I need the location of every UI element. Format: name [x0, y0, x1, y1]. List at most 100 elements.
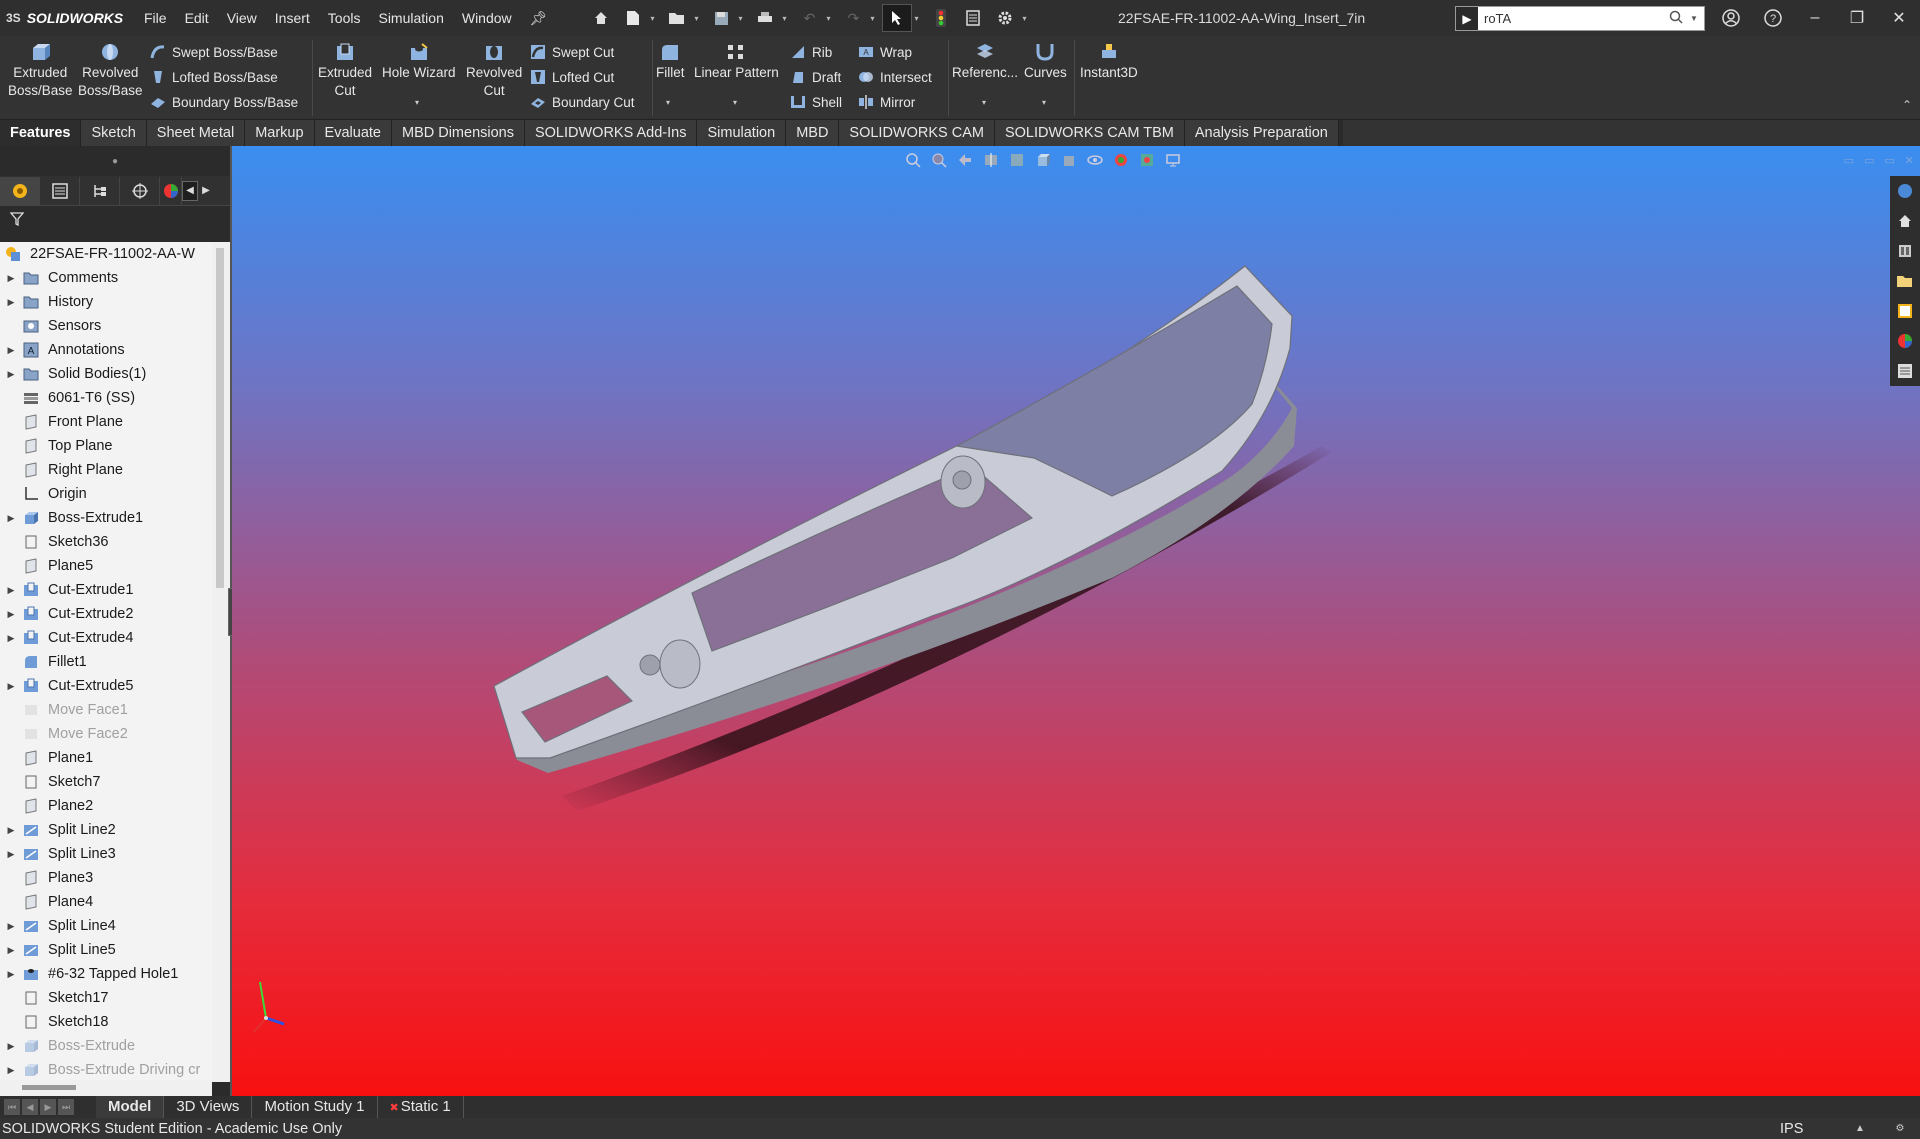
restore-icon[interactable]: ❐	[1836, 0, 1878, 36]
swept-boss-button[interactable]: Swept Boss/Base	[150, 42, 278, 62]
help-icon[interactable]: ?	[1752, 0, 1794, 36]
tabs-scroll-left-icon[interactable]: ◀	[182, 180, 198, 201]
hole-wizard-button[interactable]: Hole Wizard	[382, 42, 456, 82]
expand-arrow-icon[interactable]: ▶	[0, 585, 22, 596]
save-icon[interactable]	[706, 4, 736, 32]
tab-sketch[interactable]: Sketch	[81, 120, 147, 146]
curves-button[interactable]: Curves	[1024, 42, 1067, 82]
new-dropdown-icon[interactable]: ▾	[650, 14, 660, 23]
tree-item[interactable]: Sketch18	[0, 1010, 212, 1034]
redo-dropdown-icon[interactable]: ▾	[870, 14, 880, 23]
menu-view[interactable]: View	[218, 0, 266, 36]
expand-arrow-icon[interactable]: ▶	[0, 849, 22, 860]
extruded-cut-button[interactable]: Extruded Cut	[318, 42, 372, 100]
undo-dropdown-icon[interactable]: ▾	[826, 14, 836, 23]
tab-markup[interactable]: Markup	[245, 120, 315, 146]
tab-mbd[interactable]: MBD	[786, 120, 840, 146]
extruded-boss-button[interactable]: Extruded Boss/Base	[8, 42, 73, 100]
graphics-area[interactable]: ▭ ▭ ▭ ✕	[232, 146, 1920, 1096]
tree-item[interactable]: Sketch7	[0, 770, 212, 794]
unit-system-selector[interactable]: IPS	[1780, 1121, 1840, 1137]
solidworks-logo[interactable]: 3S SOLIDWORKS	[0, 10, 135, 26]
tree-item[interactable]: ▶ Cut-Extrude4	[0, 626, 212, 650]
tree-root-part[interactable]: 22FSAE-FR-11002-AA-W	[0, 242, 212, 266]
solidworks-resources-icon[interactable]	[1893, 180, 1917, 202]
tree-item[interactable]: 6061-T6 (SS)	[0, 386, 212, 410]
hole-wizard-dropdown-icon[interactable]: ▾	[415, 98, 419, 107]
boundary-boss-button[interactable]: Boundary Boss/Base	[150, 92, 298, 112]
expand-arrow-icon[interactable]: ▶	[0, 825, 22, 836]
redo-icon[interactable]: ↷	[838, 4, 868, 32]
feature-manager-tab-icon[interactable]	[0, 176, 40, 205]
tab-evaluate[interactable]: Evaluate	[314, 120, 392, 146]
revolved-cut-button[interactable]: Revolved Cut	[466, 42, 522, 100]
mirror-button[interactable]: Mirror	[858, 92, 915, 112]
tree-item[interactable]: ▶ #6-32 Tapped Hole1	[0, 962, 212, 986]
display-manager-tab-icon[interactable]	[160, 176, 182, 205]
reference-dropdown-icon[interactable]: ▾	[982, 98, 986, 107]
expand-arrow-icon[interactable]: ▶	[0, 1041, 22, 1052]
wrap-button[interactable]: A Wrap	[858, 42, 912, 62]
tree-item[interactable]: ▶ Solid Bodies(1)	[0, 362, 212, 386]
undo-icon[interactable]: ↶	[794, 4, 824, 32]
rib-button[interactable]: Rib	[790, 42, 832, 62]
minimize-icon[interactable]: –	[1794, 0, 1836, 36]
expand-arrow-icon[interactable]: ▶	[0, 969, 22, 980]
tree-item[interactable]: ▶ Boss-Extrude	[0, 1034, 212, 1058]
new-document-icon[interactable]	[618, 4, 648, 32]
tree-item[interactable]: ▶ Split Line2	[0, 818, 212, 842]
command-search-icon[interactable]: ▶	[1456, 7, 1478, 30]
tree-item[interactable]: Plane4	[0, 890, 212, 914]
shell-button[interactable]: Shell	[790, 92, 842, 112]
print-icon[interactable]	[750, 4, 780, 32]
tree-item[interactable]: Sketch17	[0, 986, 212, 1010]
tree-item[interactable]: ▶ Comments	[0, 266, 212, 290]
design-library-icon[interactable]	[1893, 240, 1917, 262]
menu-simulation[interactable]: Simulation	[369, 0, 452, 36]
open-dropdown-icon[interactable]: ▾	[694, 14, 704, 23]
configuration-manager-tab-icon[interactable]	[80, 176, 120, 205]
custom-properties-icon[interactable]	[1893, 360, 1917, 382]
expand-arrow-icon[interactable]: ▶	[0, 945, 22, 956]
tab-solidworks-cam-tbm[interactable]: SOLIDWORKS CAM TBM	[994, 120, 1185, 146]
tree-item[interactable]: Plane2	[0, 794, 212, 818]
view-palette-icon[interactable]	[1893, 300, 1917, 322]
property-manager-tab-icon[interactable]	[40, 176, 80, 205]
tree-item[interactable]: ▶ Cut-Extrude2	[0, 602, 212, 626]
select-cursor-icon[interactable]	[882, 4, 913, 32]
tree-scroll-thumb[interactable]	[216, 248, 224, 588]
tree-item[interactable]: Front Plane	[0, 410, 212, 434]
status-customize-icon[interactable]: ⚙	[1880, 1123, 1920, 1134]
collapse-ribbon-icon[interactable]: ⌃	[1902, 98, 1912, 112]
tree-item[interactable]: Plane3	[0, 866, 212, 890]
tree-item[interactable]: ▶ History	[0, 290, 212, 314]
tree-vertical-scrollbar[interactable]	[212, 242, 230, 1082]
menu-edit[interactable]: Edit	[176, 0, 218, 36]
intersect-button[interactable]: Intersect	[858, 67, 932, 87]
tree-item[interactable]: Right Plane	[0, 458, 212, 482]
search-icon[interactable]	[1662, 10, 1690, 27]
panel-grip-icon[interactable]: ●	[0, 146, 230, 176]
tree-item[interactable]: Move Face1	[0, 698, 212, 722]
dimxpert-manager-tab-icon[interactable]	[120, 176, 160, 205]
options-dropdown-icon[interactable]: ▾	[1022, 14, 1032, 23]
tree-item[interactable]: ▶ Split Line3	[0, 842, 212, 866]
expand-arrow-icon[interactable]: ▶	[0, 609, 22, 620]
home-icon[interactable]	[586, 4, 616, 32]
expand-arrow-icon[interactable]: ▶	[0, 1065, 22, 1076]
expand-arrow-icon[interactable]: ▶	[0, 633, 22, 644]
filter-icon[interactable]	[0, 206, 230, 232]
fillet-dropdown-icon[interactable]: ▾	[666, 98, 670, 107]
appearances-scenes-icon[interactable]	[1893, 330, 1917, 352]
first-tab-icon[interactable]: ⏮	[4, 1099, 20, 1115]
options-gear-icon[interactable]	[990, 4, 1020, 32]
search-dropdown-icon[interactable]: ▼	[1690, 14, 1704, 23]
next-tab-icon[interactable]: ▶	[40, 1099, 56, 1115]
tab-motion-study-1[interactable]: Motion Study 1	[252, 1096, 378, 1118]
tab-analysis-preparation[interactable]: Analysis Preparation	[1184, 120, 1339, 146]
home-pane-icon[interactable]	[1893, 210, 1917, 232]
tab-solidworks-add-ins[interactable]: SOLIDWORKS Add-Ins	[524, 120, 698, 146]
tree-item[interactable]: ▶ Cut-Extrude1	[0, 578, 212, 602]
rebuild-traffic-light-icon[interactable]	[926, 4, 956, 32]
reference-geometry-button[interactable]: Referenc...	[952, 42, 1018, 82]
